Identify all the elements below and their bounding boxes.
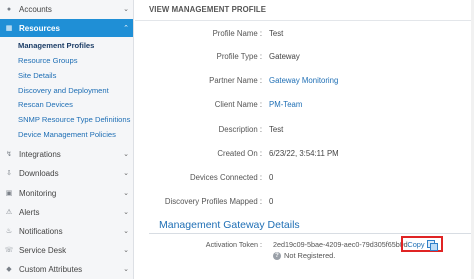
sidebar-item-label: Monitoring bbox=[19, 188, 57, 198]
field-label: Discovery Profiles Mapped : bbox=[164, 197, 262, 206]
partner-link[interactable]: Gateway Monitoring bbox=[269, 76, 338, 85]
copy-button[interactable]: Copy bbox=[401, 236, 443, 252]
sidebar-item-service-desk[interactable]: ☏ Service Desk ⌄ bbox=[0, 241, 133, 259]
field-row-created-on: Created On : 6/23/22, 3:54:11 PM bbox=[135, 149, 474, 163]
sidebar-subitem-discovery-deployment[interactable]: Discovery and Deployment bbox=[18, 83, 132, 97]
sidebar-item-custom-attributes[interactable]: ◆ Custom Attributes ⌄ bbox=[0, 260, 133, 278]
copy-label[interactable]: Copy bbox=[407, 240, 424, 249]
headset-icon: ☏ bbox=[4, 247, 14, 254]
sidebar-subitem-resource-groups[interactable]: Resource Groups bbox=[18, 53, 132, 67]
sidebar-item-alerts[interactable]: ⚠ Alerts ⌄ bbox=[0, 203, 133, 221]
chevron-down-icon: ⌄ bbox=[123, 190, 129, 197]
field-label: Profile Name : bbox=[212, 29, 262, 38]
divider bbox=[135, 20, 474, 21]
field-label: Description : bbox=[218, 125, 262, 134]
plug-icon: ↯ bbox=[6, 151, 12, 158]
activation-token-value: 2ed19c09-5bae-4209-aec0-79d305f65b0d bbox=[273, 240, 408, 249]
sidebar-item-label: Notifications bbox=[19, 226, 63, 236]
field-value: 6/23/22, 3:54:11 PM bbox=[269, 149, 339, 158]
tag-icon: ◆ bbox=[6, 266, 12, 273]
field-row-devices-connected: Devices Connected : 0 bbox=[135, 173, 474, 187]
monitor-icon: ▣ bbox=[5, 190, 13, 197]
field-label: Profile Type : bbox=[216, 52, 262, 61]
chevron-down-icon: ⌄ bbox=[123, 6, 129, 13]
sidebar-item-downloads[interactable]: ⇩ Downloads ⌄ bbox=[0, 164, 133, 182]
main-panel: VIEW MANAGEMENT PROFILE Profile Name : T… bbox=[135, 0, 474, 279]
sidebar-item-label: Resources bbox=[19, 23, 60, 33]
sidebar-item-label: Service Desk bbox=[19, 245, 67, 255]
sidebar-subitem-site-details[interactable]: Site Details bbox=[18, 68, 132, 82]
copy-icon[interactable] bbox=[426, 239, 438, 251]
page-title: VIEW MANAGEMENT PROFILE bbox=[149, 5, 267, 14]
sidebar-subitem-device-policies[interactable]: Device Management Policies bbox=[18, 127, 132, 141]
client-link[interactable]: PM-Team bbox=[269, 100, 302, 109]
bell-icon: ♨ bbox=[5, 228, 13, 235]
grid-icon: ▦ bbox=[5, 25, 13, 32]
field-label: Client Name : bbox=[214, 100, 262, 109]
field-row-profile-name: Profile Name : Test bbox=[135, 29, 474, 43]
question-icon: ? bbox=[273, 251, 281, 260]
divider bbox=[149, 233, 471, 234]
sidebar-item-resources[interactable]: ▦ Resources ⌃ bbox=[0, 19, 133, 37]
download-icon: ⇩ bbox=[6, 170, 12, 177]
sidebar-item-label: Accounts bbox=[19, 4, 52, 14]
registration-status: ? Not Registered. bbox=[273, 251, 335, 260]
sidebar-item-integrations[interactable]: ↯ Integrations ⌄ bbox=[0, 145, 133, 163]
field-row-discovery-profiles: Discovery Profiles Mapped : 0 bbox=[135, 197, 474, 211]
chevron-down-icon: ⌄ bbox=[123, 209, 129, 216]
field-value: Gateway bbox=[269, 52, 300, 61]
sidebar-subitem-rescan-devices[interactable]: Rescan Devices bbox=[18, 97, 132, 111]
field-value: Test bbox=[269, 29, 284, 38]
field-label: Created On : bbox=[217, 149, 262, 158]
field-row-profile-type: Profile Type : Gateway bbox=[135, 52, 474, 66]
chevron-down-icon: ⌄ bbox=[123, 266, 129, 273]
chevron-up-icon: ⌃ bbox=[123, 25, 129, 32]
alert-icon: ⚠ bbox=[5, 209, 13, 216]
field-label: Activation Token : bbox=[205, 240, 262, 249]
user-icon: ● bbox=[6, 5, 12, 13]
sidebar: ● Accounts ⌄ ▦ Resources ⌃ Management Pr… bbox=[0, 0, 134, 279]
chevron-down-icon: ⌄ bbox=[123, 228, 129, 235]
field-row-description: Description : Test bbox=[135, 125, 474, 139]
sidebar-item-accounts[interactable]: ● Accounts ⌄ bbox=[0, 0, 133, 18]
chevron-down-icon: ⌄ bbox=[123, 170, 129, 177]
sidebar-subitem-management-profiles[interactable]: Management Profiles bbox=[18, 38, 132, 52]
field-label: Partner Name : bbox=[209, 76, 262, 85]
chevron-down-icon: ⌄ bbox=[123, 151, 129, 158]
sidebar-item-label: Integrations bbox=[19, 149, 61, 159]
sidebar-item-label: Downloads bbox=[19, 168, 59, 178]
sidebar-item-notifications[interactable]: ♨ Notifications ⌄ bbox=[0, 222, 133, 240]
field-value: 0 bbox=[269, 197, 274, 206]
field-value: Test bbox=[269, 125, 284, 134]
section-title: Management Gateway Details bbox=[159, 219, 300, 231]
sidebar-subitem-snmp-definitions[interactable]: SNMP Resource Type Definitions bbox=[18, 112, 132, 126]
chevron-down-icon: ⌄ bbox=[123, 247, 129, 254]
field-label: Devices Connected : bbox=[190, 173, 262, 182]
field-value: 0 bbox=[269, 173, 274, 182]
sidebar-item-label: Custom Attributes bbox=[19, 264, 83, 274]
field-row-partner-name: Partner Name : Gateway Monitoring bbox=[135, 76, 474, 90]
sidebar-item-label: Alerts bbox=[19, 207, 40, 217]
status-text: Not Registered. bbox=[284, 251, 336, 260]
sidebar-item-monitoring[interactable]: ▣ Monitoring ⌄ bbox=[0, 184, 133, 202]
field-row-client-name: Client Name : PM-Team bbox=[135, 100, 474, 114]
